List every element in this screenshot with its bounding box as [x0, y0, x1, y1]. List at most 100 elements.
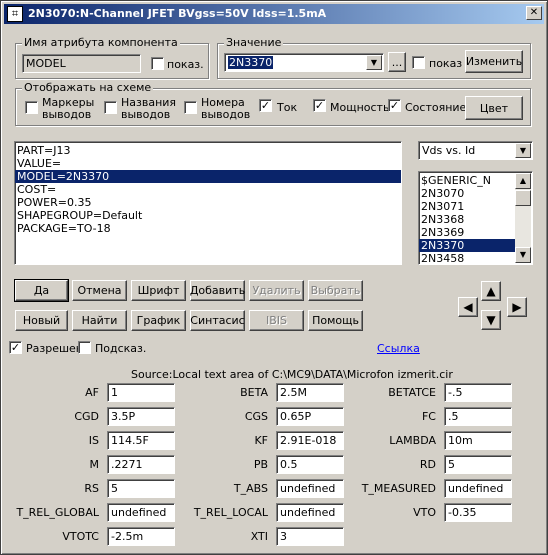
- component-dialog: ⌗ 2N3070:N-Channel JFET BVgss=50V Idss=1…: [0, 0, 548, 555]
- arrow-right-icon: ▶: [512, 300, 522, 314]
- add-button[interactable]: Добавить: [190, 280, 245, 301]
- param-value-field[interactable]: undefined: [276, 479, 344, 498]
- value-combobox-text: 2N3370: [228, 56, 274, 69]
- param-value-field[interactable]: undefined: [444, 479, 512, 498]
- pin-numbers-label: Номера выводов: [201, 96, 251, 121]
- attribute-line[interactable]: PACKAGE=TO-18: [15, 222, 401, 235]
- attribute-line[interactable]: PART=J13: [15, 144, 401, 157]
- enabled-label: Разрешен: [26, 342, 83, 355]
- move-up-button[interactable]: ▲: [481, 281, 501, 301]
- param-value-field[interactable]: 1: [107, 383, 175, 402]
- models-listbox[interactable]: $GENERIC_N 2N3070 2N3071 2N3368 2N3369 2…: [418, 171, 533, 265]
- scroll-thumb[interactable]: [515, 190, 531, 206]
- param-name: PB: [253, 458, 268, 471]
- attribute-line[interactable]: POWER=0.35: [15, 196, 401, 209]
- param-value-field[interactable]: -.5: [444, 383, 512, 402]
- attribute-name-field: MODEL: [22, 54, 141, 73]
- param-value-field[interactable]: 5: [107, 479, 175, 498]
- syntax-button[interactable]: Синтасис: [190, 310, 245, 331]
- param-value-field[interactable]: 3.5P: [107, 407, 175, 426]
- enabled-checkbox[interactable]: ✓: [9, 341, 22, 354]
- font-button[interactable]: Шрифт: [131, 280, 186, 301]
- change-button[interactable]: Изменить: [465, 50, 523, 73]
- ok-button[interactable]: Да: [14, 279, 69, 302]
- attribute-line[interactable]: COST=: [15, 183, 401, 196]
- param-value-field[interactable]: 3: [276, 527, 344, 546]
- cancel-button[interactable]: Отмена: [72, 280, 127, 301]
- plot-type-select[interactable]: Vds vs. Id ▼: [418, 141, 533, 160]
- param-name: BETA: [240, 386, 268, 399]
- param-name: CGD: [74, 410, 99, 423]
- pin-numbers-checkbox[interactable]: [184, 101, 197, 114]
- param-name: KF: [254, 434, 268, 447]
- param-name: M: [89, 458, 100, 471]
- param-value-field[interactable]: 10m: [444, 431, 512, 450]
- current-checkbox[interactable]: ✓: [259, 99, 272, 112]
- browse-button[interactable]: ...: [388, 52, 406, 72]
- attribute-line-selected[interactable]: MODEL=2N3370: [15, 170, 401, 183]
- state-label: Состояние: [405, 101, 467, 114]
- value-combobox[interactable]: 2N3370 ▼: [224, 53, 384, 72]
- window-title: 2N3070:N-Channel JFET BVgss=50V Idss=1.5…: [28, 7, 327, 20]
- param-value-field[interactable]: 114.5F: [107, 431, 175, 450]
- value-show-checkbox[interactable]: [412, 56, 425, 69]
- attributes-textarea[interactable]: PART=J13 VALUE= MODEL=2N3370 COST= POWER…: [14, 141, 402, 265]
- value-show-label: показ: [429, 57, 463, 70]
- new-button[interactable]: Новый: [15, 310, 68, 331]
- color-button[interactable]: Цвет: [465, 96, 523, 120]
- chevron-down-icon[interactable]: ▼: [515, 143, 531, 158]
- param-name: BETATCE: [388, 386, 436, 399]
- param-value-field[interactable]: undefined: [107, 503, 175, 522]
- pin-markers-label: Маркеры выводов: [42, 96, 95, 121]
- scroll-up-icon[interactable]: ▲: [515, 173, 531, 189]
- move-right-button[interactable]: ▶: [507, 297, 527, 317]
- close-button[interactable]: ✕: [526, 6, 542, 20]
- attribute-line[interactable]: SHAPEGROUP=Default: [15, 209, 401, 222]
- param-value-field[interactable]: 5: [444, 455, 512, 474]
- graph-button[interactable]: График: [131, 310, 186, 331]
- chevron-down-icon[interactable]: ▼: [366, 55, 382, 70]
- hint-label: Подсказ.: [95, 342, 147, 355]
- reference-link[interactable]: Ссылка: [377, 342, 420, 355]
- state-checkbox[interactable]: ✓: [388, 99, 401, 112]
- param-name: CGS: [244, 410, 268, 423]
- pin-names-checkbox[interactable]: [104, 101, 117, 114]
- title-bar[interactable]: ⌗ 2N3070:N-Channel JFET BVgss=50V Idss=1…: [4, 4, 544, 24]
- param-value-field[interactable]: undefined: [276, 503, 344, 522]
- param-name: FC: [421, 410, 436, 423]
- param-value-field[interactable]: -2.5m: [107, 527, 175, 546]
- param-name: T_MEASURED: [361, 482, 436, 495]
- attribute-line[interactable]: VALUE=: [15, 157, 401, 170]
- move-down-button[interactable]: ▼: [481, 310, 501, 330]
- find-button[interactable]: Найти: [72, 310, 127, 331]
- param-value-field[interactable]: -0.35: [444, 503, 512, 522]
- move-left-button[interactable]: ◀: [458, 297, 478, 317]
- attribute-show-label: показ.: [167, 58, 204, 71]
- model-item-selected[interactable]: 2N3370: [419, 239, 515, 252]
- param-value-field[interactable]: .2271: [107, 455, 175, 474]
- pin-markers-checkbox[interactable]: [25, 101, 38, 114]
- ibis-button[interactable]: IBIS: [249, 310, 304, 331]
- param-name: VTO: [413, 506, 436, 519]
- param-name: XTI: [250, 530, 268, 543]
- param-name: IS: [88, 434, 99, 447]
- scroll-down-icon[interactable]: ▼: [515, 247, 531, 263]
- current-label: Ток: [277, 101, 298, 114]
- param-value-field[interactable]: 2.91E-018: [276, 431, 344, 450]
- hint-checkbox[interactable]: [78, 341, 91, 354]
- help-button[interactable]: Помощь: [308, 310, 363, 331]
- param-value-field[interactable]: 0.5: [276, 455, 344, 474]
- param-value-field[interactable]: 0.65P: [276, 407, 344, 426]
- delete-button[interactable]: Удалить: [249, 280, 304, 301]
- models-scrollbar[interactable]: ▲ ▼: [515, 173, 531, 263]
- arrow-up-icon: ▲: [486, 284, 496, 298]
- attribute-show-checkbox[interactable]: [151, 57, 164, 70]
- power-checkbox[interactable]: ✓: [313, 99, 326, 112]
- app-icon: ⌗: [7, 6, 23, 22]
- plot-type-value: Vds vs. Id: [422, 144, 476, 157]
- param-name: VTOTC: [62, 530, 99, 543]
- param-value-field[interactable]: 2.5M: [276, 383, 344, 402]
- power-label: Мощность: [330, 101, 390, 114]
- select-button[interactable]: Выбрать: [308, 280, 363, 301]
- param-value-field[interactable]: .5: [444, 407, 512, 426]
